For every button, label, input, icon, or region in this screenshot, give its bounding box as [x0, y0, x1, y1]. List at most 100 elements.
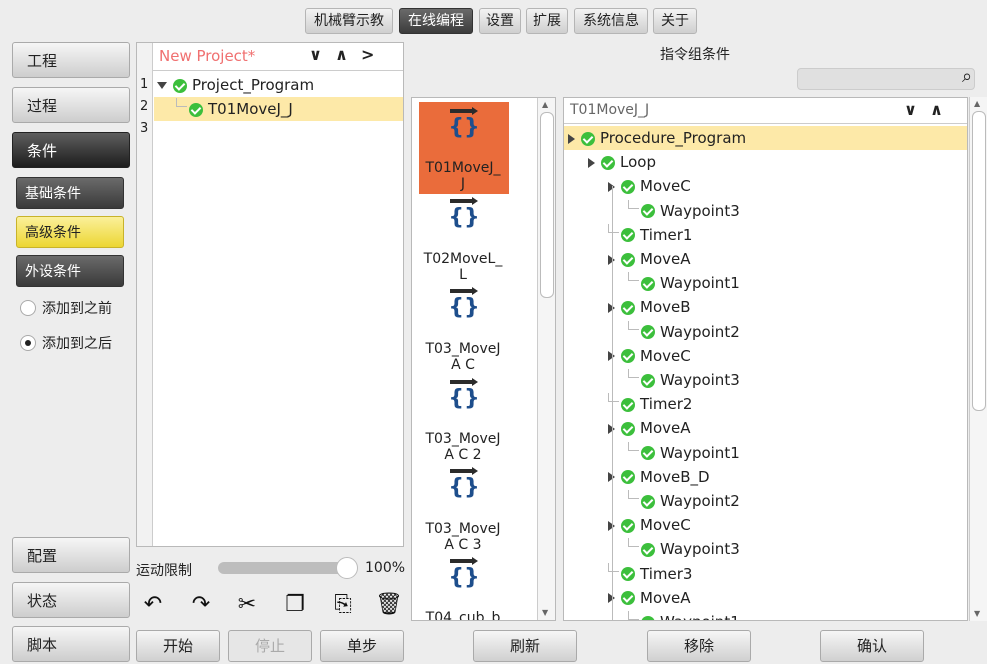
project-child-node[interactable]: T01MoveJ_J: [154, 97, 403, 121]
search-input[interactable]: [797, 68, 975, 90]
command-item[interactable]: T03_MoveJ A C 2: [413, 431, 513, 463]
tree-node[interactable]: MoveA: [564, 586, 967, 610]
tree-node[interactable]: MoveB_D: [564, 465, 967, 489]
stop-button[interactable]: 停止: [228, 630, 312, 662]
command-item[interactable]: T01MoveJ_ J: [413, 160, 513, 192]
tab-online-programming[interactable]: 在线编程: [399, 8, 473, 34]
nav-status[interactable]: 状态: [12, 582, 130, 618]
node-label: Waypoint3: [660, 371, 740, 389]
paste-icon[interactable]: ⎘: [328, 590, 358, 620]
redo-icon[interactable]: ↷: [186, 590, 216, 620]
command-item[interactable]: T02MoveL_ L: [413, 251, 513, 283]
step-button[interactable]: 单步: [320, 630, 404, 662]
check-icon: [621, 470, 635, 485]
expander-icon[interactable]: [588, 157, 595, 168]
command-item[interactable]: T03_MoveJ A C 3: [413, 521, 513, 553]
svg-text:{}: {}: [448, 115, 479, 140]
command-item[interactable]: T03_MoveJ A C: [413, 341, 513, 373]
next-icon[interactable]: >: [361, 45, 374, 64]
scroll-down-icon[interactable]: ▼: [974, 609, 980, 618]
nav-config[interactable]: 配置: [12, 537, 130, 573]
tree-node[interactable]: MoveB: [564, 295, 967, 319]
command-scrollbar[interactable]: ▲ ▼: [537, 98, 555, 620]
tree-node[interactable]: Waypoint3: [564, 537, 967, 561]
refresh-button[interactable]: 刷新: [473, 630, 577, 662]
tab-about[interactable]: 关于: [653, 8, 697, 34]
tree-elbow: [608, 562, 619, 572]
tree-node[interactable]: Waypoint3: [564, 368, 967, 392]
tree-node[interactable]: Loop: [564, 150, 967, 174]
tab-settings[interactable]: 设置: [479, 8, 521, 34]
expand-all-icon[interactable]: ∧: [335, 45, 348, 64]
procedure-icon: {}: [448, 107, 480, 140]
nav-process[interactable]: 过程: [12, 87, 130, 123]
scroll-thumb[interactable]: [540, 112, 554, 298]
slider-handle[interactable]: [336, 557, 358, 579]
check-icon: [621, 591, 635, 606]
scroll-down-icon[interactable]: ▼: [542, 608, 548, 617]
remove-button[interactable]: 移除: [647, 630, 751, 662]
scroll-up-icon[interactable]: ▲: [542, 100, 548, 109]
expander-icon[interactable]: [157, 82, 167, 89]
node-label: Timer1: [640, 225, 693, 244]
sub-advanced-condition[interactable]: 高级条件: [16, 216, 124, 248]
node-label: Waypoint3: [660, 201, 740, 220]
start-button[interactable]: 开始: [136, 630, 220, 662]
svg-text:{}: {}: [448, 386, 479, 411]
line-number-2: 2: [140, 99, 149, 114]
scroll-thumb[interactable]: [972, 111, 986, 411]
tree-node[interactable]: MoveA: [564, 247, 967, 271]
tree-elbow: [608, 223, 619, 233]
search-icon[interactable]: ⌕: [962, 66, 972, 87]
undo-icon[interactable]: ↶: [138, 590, 168, 620]
motion-limit-slider[interactable]: [218, 557, 358, 579]
delete-icon[interactable]: 🗑: [374, 590, 404, 620]
nav-condition[interactable]: 条件: [12, 132, 130, 168]
nav-script[interactable]: 脚本: [12, 626, 130, 662]
check-icon: [621, 421, 635, 436]
node-label: T01MoveJ_J: [208, 100, 293, 118]
tree-node[interactable]: MoveC: [564, 174, 967, 198]
tree-scrollbar[interactable]: ▲ ▼: [969, 97, 987, 621]
expand-all-icon[interactable]: ∧: [930, 100, 943, 119]
collapse-all-icon[interactable]: ∨: [309, 45, 322, 64]
tree-node[interactable]: Timer2: [564, 392, 967, 416]
svg-text:{}: {}: [448, 565, 479, 590]
tree-node[interactable]: Timer3: [564, 562, 967, 586]
tree-node[interactable]: Waypoint3: [564, 199, 967, 223]
tree-node[interactable]: Waypoint2: [564, 489, 967, 513]
tree-node[interactable]: MoveA: [564, 416, 967, 440]
tree-node[interactable]: Waypoint1: [564, 271, 967, 295]
tree-elbow: [628, 199, 639, 209]
check-icon: [621, 567, 635, 582]
cut-icon[interactable]: ✂: [232, 590, 262, 620]
tab-teach[interactable]: 机械臂示教: [305, 8, 393, 34]
line-number-3: 3: [140, 121, 149, 136]
tab-extend[interactable]: 扩展: [526, 8, 568, 34]
scroll-up-icon[interactable]: ▲: [974, 99, 980, 108]
tree-node[interactable]: Procedure_Program: [564, 126, 967, 150]
project-root-node[interactable]: Project_Program: [157, 73, 314, 97]
tree-node[interactable]: Waypoint1: [564, 610, 967, 620]
radio-add-before[interactable]: 添加到之前: [20, 299, 112, 319]
expander-icon[interactable]: [568, 133, 575, 144]
node-label: MoveA: [640, 588, 691, 607]
command-item[interactable]: T04_cub_b: [413, 610, 513, 620]
check-icon: [581, 131, 595, 146]
tree-node[interactable]: Waypoint1: [564, 441, 967, 465]
nav-project[interactable]: 工程: [12, 42, 130, 78]
node-label: Procedure_Program: [600, 129, 747, 147]
tree-elbow: [628, 369, 639, 378]
radio-add-after[interactable]: 添加到之后: [20, 334, 112, 354]
tree-node[interactable]: MoveC: [564, 344, 967, 368]
confirm-button[interactable]: 确认: [820, 630, 924, 662]
sub-basic-condition[interactable]: 基础条件: [16, 177, 124, 209]
check-icon: [641, 446, 655, 461]
tree-node[interactable]: MoveC: [564, 513, 967, 537]
sub-peripheral-condition[interactable]: 外设条件: [16, 255, 124, 287]
tab-system-info[interactable]: 系统信息: [574, 8, 648, 34]
collapse-all-icon[interactable]: ∨: [904, 100, 917, 119]
tree-node[interactable]: Waypoint2: [564, 320, 967, 344]
tree-node[interactable]: Timer1: [564, 223, 967, 247]
copy-icon[interactable]: ❐: [280, 590, 310, 620]
